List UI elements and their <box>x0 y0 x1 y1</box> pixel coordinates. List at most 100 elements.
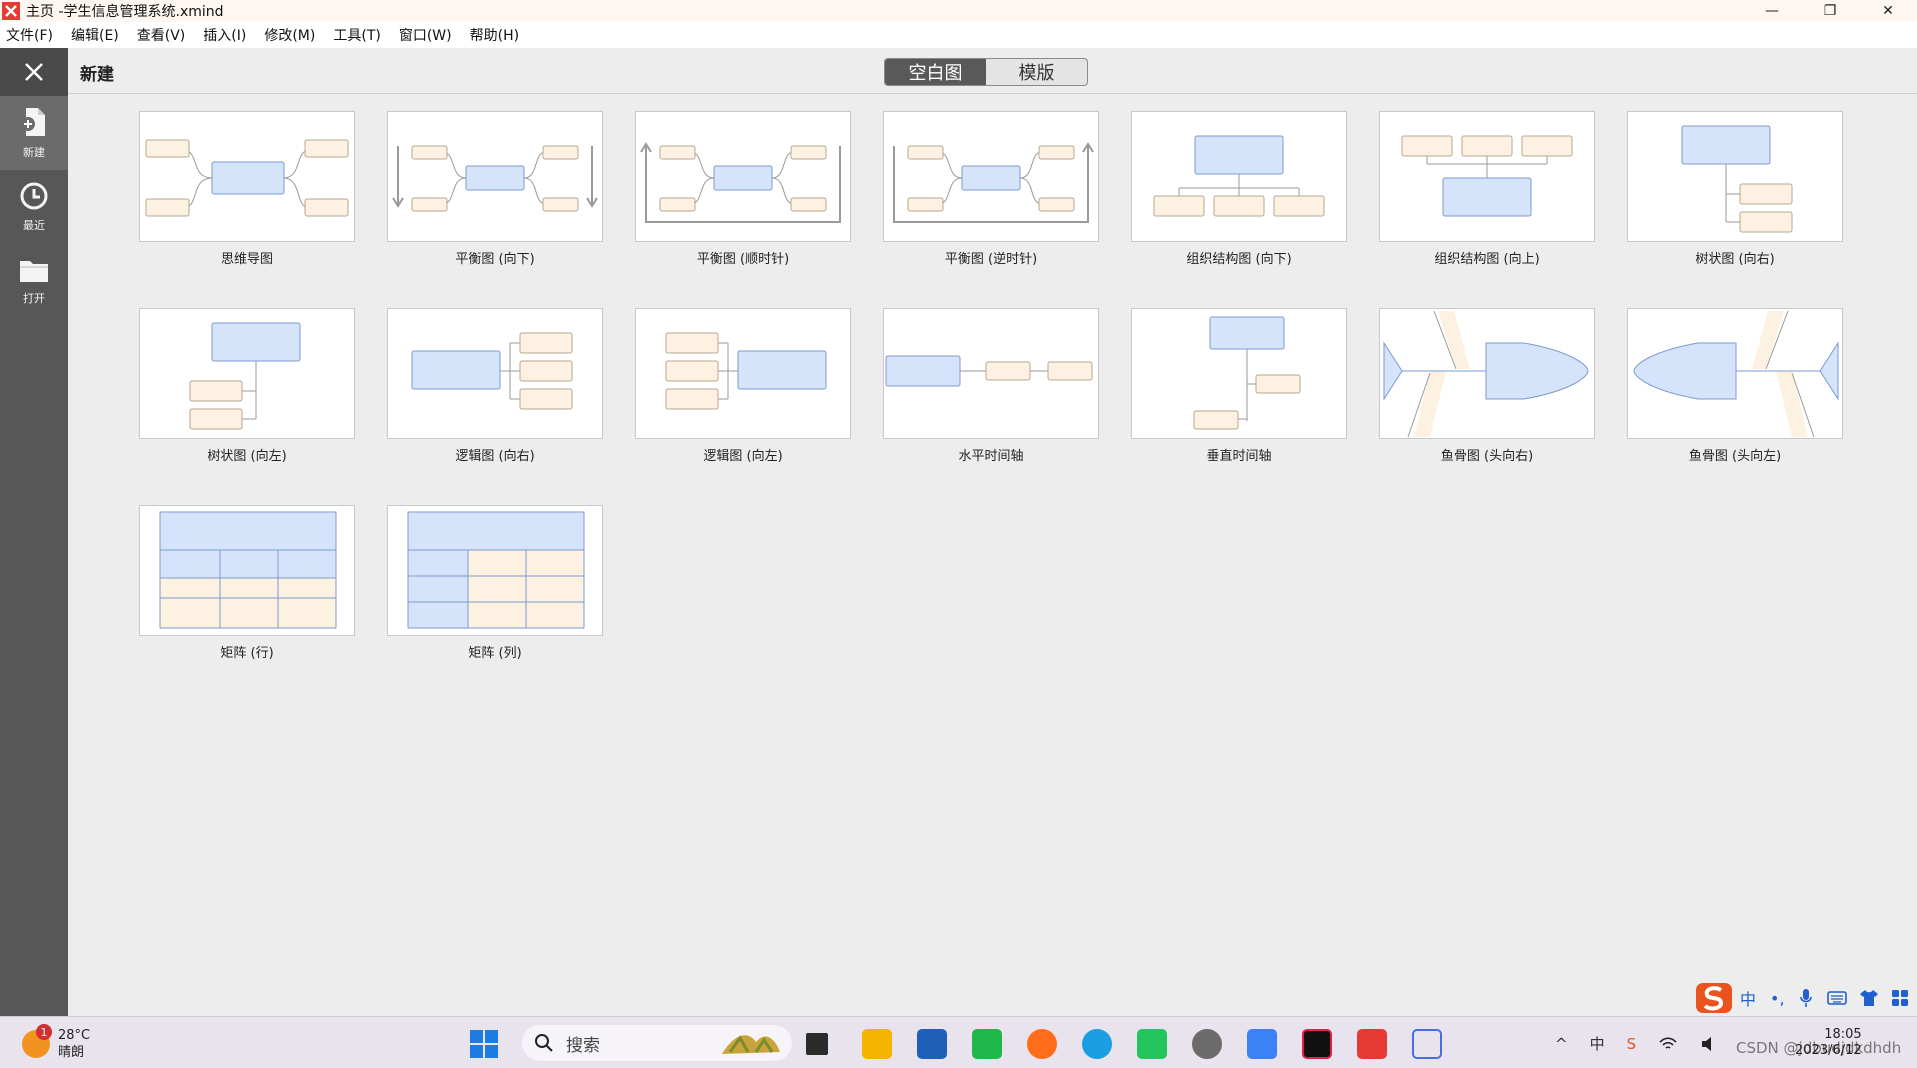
mic-icon[interactable] <box>1799 988 1813 1008</box>
template-label: 矩阵 (列) <box>468 646 522 661</box>
template-tile-matrix-column[interactable]: 矩阵 (列) <box>387 505 603 661</box>
template-tile-matrix-row[interactable]: 矩阵 (行) <box>139 505 355 661</box>
template-tile-timeline-vertical[interactable]: 垂直时间轴 <box>1131 308 1347 464</box>
window-title: 主页 -学生信息管理系统.xmind <box>26 4 224 20</box>
sidebar-item-new[interactable]: 新建 <box>0 96 68 170</box>
template-label: 垂直时间轴 <box>1206 449 1272 464</box>
menu-edit[interactable]: 编辑(E) <box>71 25 119 45</box>
grid-icon[interactable] <box>1891 989 1909 1007</box>
system-tray: ^ 中 S <box>1555 1033 1740 1054</box>
template-tile-logic-left[interactable]: 逻辑图 (向左) <box>635 308 851 464</box>
template-label: 平衡图 (逆时针) <box>944 252 1038 267</box>
minimize-button[interactable]: — <box>1743 0 1801 22</box>
balance-clockwise-diagram-icon <box>640 142 841 223</box>
template-thumbnail <box>139 111 355 242</box>
tab-templates[interactable]: 模版 <box>986 59 1087 85</box>
template-thumbnail <box>387 308 603 439</box>
windows-logo-tile <box>485 1045 498 1058</box>
fishbone-left-diagram-icon <box>1633 310 1839 438</box>
template-label: 组织结构图 (向下) <box>1186 252 1292 267</box>
menu-help[interactable]: 帮助(H) <box>470 25 519 45</box>
org-chart-up-diagram-icon <box>1401 135 1573 217</box>
template-label: 树状图 (向右) <box>1695 252 1775 267</box>
template-thumbnail <box>883 111 1099 242</box>
template-tile-balance-cw[interactable]: 平衡图 (顺时针) <box>635 111 851 267</box>
menu-bar: 文件(F) 编辑(E) 查看(V) 插入(I) 修改(M) 工具(T) 窗口(W… <box>0 22 1917 48</box>
tray-ime-indicator[interactable]: 中 <box>1590 1033 1605 1054</box>
template-thumbnail <box>635 111 851 242</box>
sidebar-item-recent[interactable]: 最近 <box>0 170 68 244</box>
microsoft-store-icon[interactable] <box>917 1029 947 1059</box>
template-tile-balance-down[interactable]: 平衡图 (向下) <box>387 111 603 267</box>
notepad-icon[interactable] <box>1247 1029 1277 1059</box>
template-thumbnail <box>387 111 603 242</box>
vertical-timeline-diagram-icon <box>1193 316 1301 430</box>
sidebar-item-label: 新建 <box>23 146 45 159</box>
menu-view[interactable]: 查看(V) <box>137 25 186 45</box>
template-label: 平衡图 (顺时针) <box>696 252 790 267</box>
menu-modify[interactable]: 修改(M) <box>264 25 315 45</box>
search-placeholder: 搜索 <box>566 1035 600 1056</box>
tab-blank-map[interactable]: 空白图 <box>885 59 986 85</box>
wifi-icon[interactable] <box>1658 1036 1678 1052</box>
file-explorer-icon[interactable] <box>862 1029 892 1059</box>
template-label: 树状图 (向左) <box>207 449 287 464</box>
snipping-tool-icon[interactable] <box>1412 1029 1442 1059</box>
firefox-icon[interactable] <box>1027 1029 1057 1059</box>
tray-sogou-icon[interactable]: S <box>1627 1035 1637 1053</box>
window-controls: — ❐ ✕ <box>1743 0 1917 22</box>
xmind-taskbar-icon[interactable] <box>1357 1029 1387 1059</box>
restore-button[interactable]: ❐ <box>1801 0 1859 22</box>
task-view-icon[interactable] <box>806 1033 828 1055</box>
template-tile-tree-left[interactable]: 树状图 (向左) <box>139 308 355 464</box>
taskbar-search-box[interactable]: 搜索 <box>522 1025 792 1061</box>
menu-insert[interactable]: 插入(I) <box>203 25 246 45</box>
template-tile-balance-ccw[interactable]: 平衡图 (逆时针) <box>883 111 1099 267</box>
template-thumbnail <box>1131 308 1347 439</box>
speaker-icon[interactable] <box>1700 1036 1718 1052</box>
avatar-app-icon[interactable] <box>1192 1029 1222 1059</box>
ime-punctuation-mode[interactable]: •, <box>1770 989 1785 1008</box>
ime-chinese-mode[interactable]: 中 <box>1740 986 1756 1010</box>
template-label: 鱼骨图 (头向左) <box>1688 449 1782 464</box>
close-home-button[interactable] <box>0 48 68 96</box>
template-thumbnail <box>387 505 603 636</box>
shirt-icon[interactable] <box>1859 989 1879 1007</box>
menu-window[interactable]: 窗口(W) <box>399 25 452 45</box>
template-tile-fishbone-right[interactable]: 鱼骨图 (头向右) <box>1379 308 1595 464</box>
weather-widget[interactable]: 1 28°C 晴朗 <box>22 1024 90 1061</box>
windows-taskbar: 1 28°C 晴朗 搜索 ^ 中 S CSDN @jdbudjdkdhdh 18… <box>0 1016 1917 1068</box>
template-thumbnail <box>635 308 851 439</box>
sogou-ime-icon[interactable] <box>1694 981 1734 1015</box>
tray-overflow-chevron-icon[interactable]: ^ <box>1555 1035 1568 1053</box>
weather-text: 28°C 晴朗 <box>58 1027 90 1061</box>
menu-tools[interactable]: 工具(T) <box>333 25 380 45</box>
clock-date: 2023/6/12 <box>1795 1043 1862 1058</box>
template-label: 逻辑图 (向左) <box>703 449 783 464</box>
template-tile-tree-right[interactable]: 树状图 (向右) <box>1627 111 1843 267</box>
search-icon <box>535 1034 553 1052</box>
system-clock[interactable]: 18:05 2023/6/12 <box>1795 1027 1862 1059</box>
pycharm-icon[interactable] <box>1137 1029 1167 1059</box>
template-tile-fishbone-left[interactable]: 鱼骨图 (头向左) <box>1627 308 1843 464</box>
keyboard-icon[interactable] <box>1826 990 1847 1006</box>
close-window-button[interactable]: ✕ <box>1859 0 1917 22</box>
intellij-idea-icon[interactable] <box>1302 1029 1332 1059</box>
template-tile-logic-right[interactable]: 逻辑图 (向右) <box>387 308 603 464</box>
menu-file[interactable]: 文件(F) <box>6 25 53 45</box>
edge-icon[interactable] <box>1082 1029 1112 1059</box>
template-tile-org-up[interactable]: 组织结构图 (向上) <box>1379 111 1595 267</box>
template-tile-org-down[interactable]: 组织结构图 (向下) <box>1131 111 1347 267</box>
template-label: 逻辑图 (向右) <box>455 449 535 464</box>
folder-icon <box>20 261 48 282</box>
tree-left-diagram-icon <box>189 322 301 430</box>
balance-down-diagram-icon <box>392 145 598 212</box>
xmind-app-icon <box>2 2 20 20</box>
template-label: 思维导图 <box>220 252 273 267</box>
sidebar-item-open[interactable]: 打开 <box>0 244 68 318</box>
close-icon <box>25 63 43 81</box>
template-tile-timeline-horizontal[interactable]: 水平时间轴 <box>883 308 1099 464</box>
template-tile-mindmap[interactable]: 思维导图 <box>139 111 355 267</box>
wechat-icon[interactable] <box>972 1029 1002 1059</box>
start-button[interactable] <box>470 1030 498 1058</box>
